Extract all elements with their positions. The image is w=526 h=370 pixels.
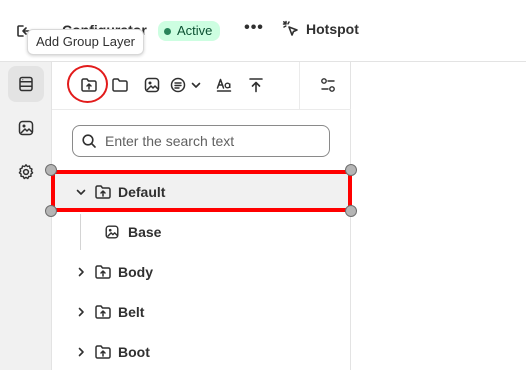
chevron-right-icon[interactable] (74, 305, 88, 319)
image-layer-icon (104, 224, 120, 240)
tree-item-label: Belt (118, 304, 145, 320)
typography-icon (216, 78, 232, 92)
group-folder-icon (94, 303, 112, 321)
tree-row-boot[interactable]: Boot (52, 334, 351, 370)
canvas-area[interactable] (352, 62, 526, 370)
chevron-right-icon[interactable] (74, 265, 88, 279)
upload-button[interactable] (245, 74, 267, 96)
search-field[interactable] (72, 125, 330, 157)
tree-item-label: Body (118, 264, 153, 280)
tree-indent-line (80, 214, 81, 250)
hotspot-button[interactable]: Hotspot (282, 20, 359, 38)
selection-box (51, 170, 352, 212)
rail-media-button[interactable] (8, 110, 44, 146)
tree-row-belt[interactable]: Belt (52, 294, 351, 330)
image-icon (18, 120, 34, 136)
resize-handle-bottom-left[interactable] (45, 205, 57, 217)
more-actions-button[interactable]: ••• (243, 20, 265, 42)
folder-icon (112, 78, 128, 92)
search-icon (82, 134, 96, 148)
status-badge: Active (158, 21, 221, 41)
tree-row-body[interactable]: Body (52, 254, 351, 290)
upload-icon (249, 78, 263, 93)
gear-icon (18, 164, 34, 180)
layers-panel: Default Base Body (52, 62, 351, 370)
tree-item-label: Boot (118, 344, 150, 360)
add-image-layer-button[interactable] (141, 74, 163, 96)
chevron-down-icon (191, 82, 201, 88)
typography-button[interactable] (213, 74, 235, 96)
search-input[interactable] (105, 133, 315, 149)
layers-icon (19, 76, 33, 92)
chevron-right-icon[interactable] (74, 345, 88, 359)
group-folder-icon (94, 263, 112, 281)
resize-handle-top-left[interactable] (45, 164, 57, 176)
text-layer-icon (170, 77, 186, 93)
settings-sliders-icon (321, 78, 335, 92)
status-dot-icon (164, 27, 171, 35)
add-folder-button[interactable] (109, 74, 131, 96)
left-rail (0, 62, 52, 370)
layer-settings-button[interactable] (317, 74, 339, 96)
hotspot-label: Hotspot (306, 21, 359, 37)
group-folder-icon (94, 343, 112, 361)
status-text: Active (177, 23, 213, 38)
cursor-click-icon (282, 20, 298, 36)
rail-settings-button[interactable] (8, 154, 44, 190)
resize-handle-top-right[interactable] (345, 164, 357, 176)
layer-type-dropdown[interactable] (188, 74, 204, 96)
resize-handle-bottom-right[interactable] (345, 205, 357, 217)
tree-item-label: Base (128, 224, 162, 240)
toolbar-divider (299, 62, 300, 110)
image-layer-icon (144, 77, 160, 93)
tree-row-base[interactable]: Base (52, 214, 351, 250)
add-text-layer-button[interactable] (167, 74, 189, 96)
rail-layers-button[interactable] (8, 66, 44, 102)
highlight-circle (67, 65, 108, 103)
tooltip: Add Group Layer (27, 29, 145, 55)
